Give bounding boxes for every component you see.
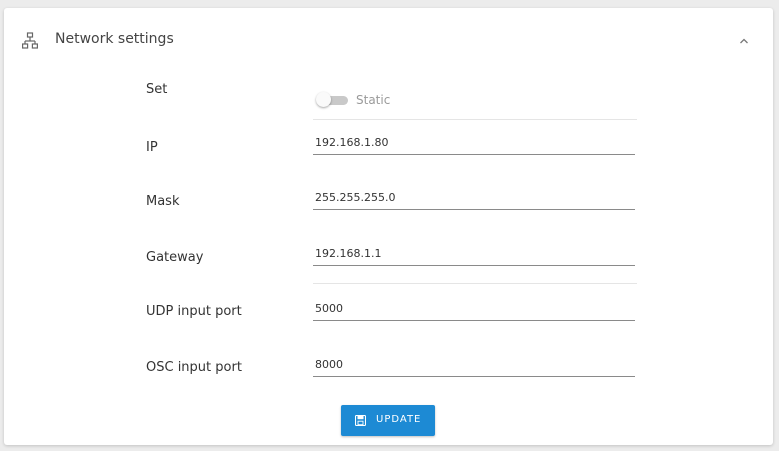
chevron-up-icon[interactable] [738, 36, 750, 46]
update-button[interactable]: UPDATE [341, 405, 435, 436]
ip-field[interactable] [313, 130, 635, 155]
mask-label: Mask [146, 194, 180, 209]
static-toggle[interactable] [316, 92, 350, 108]
toggle-thumb [316, 92, 331, 107]
mask-field[interactable] [313, 185, 635, 210]
divider [313, 119, 637, 120]
network-icon [22, 32, 38, 49]
divider [313, 283, 637, 284]
toggle-label: Static [356, 93, 391, 107]
network-settings-panel: Network settings Set Static IP Mask Gate… [4, 8, 773, 445]
osc-port-field[interactable] [313, 352, 635, 377]
panel-header[interactable]: Network settings [4, 8, 773, 78]
save-icon [355, 415, 366, 426]
panel-title: Network settings [55, 31, 174, 47]
udp-port-label: UDP input port [146, 304, 242, 319]
osc-port-label: OSC input port [146, 360, 242, 375]
ip-label: IP [146, 140, 158, 155]
update-button-label: UPDATE [376, 414, 422, 425]
gateway-label: Gateway [146, 250, 204, 265]
udp-port-field[interactable] [313, 296, 635, 321]
set-label: Set [146, 82, 168, 97]
gateway-field[interactable] [313, 241, 635, 266]
